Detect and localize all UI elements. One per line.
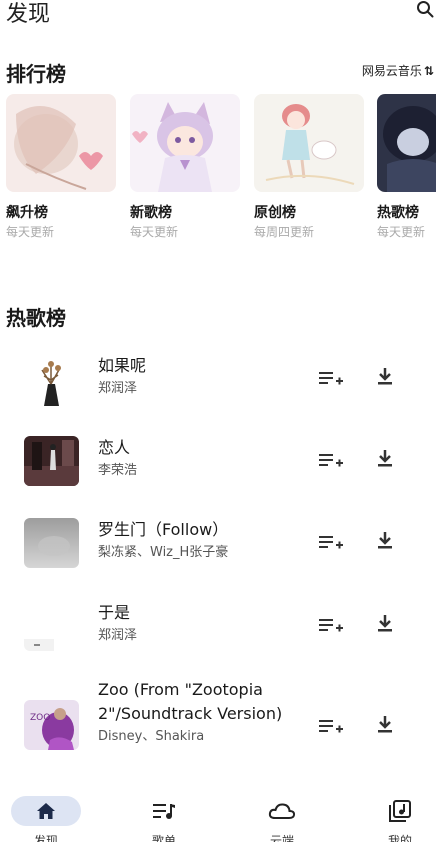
nav-discover[interactable]: 发现: [6, 790, 86, 842]
chart-name: 原创榜: [254, 205, 296, 221]
hot-section-title: 热歌榜: [6, 306, 66, 330]
page-title: 发现: [6, 2, 51, 27]
download-icon[interactable]: [375, 448, 395, 468]
svg-text:ZOO: ZOO: [30, 713, 50, 723]
chart-card-soaring[interactable]: 飙升榜 每天更新: [6, 94, 116, 240]
source-switch[interactable]: 网易云音乐 ⇅: [362, 62, 434, 79]
add-to-playlist-icon[interactable]: [318, 532, 344, 552]
nav-cloud[interactable]: 云端: [242, 790, 322, 842]
chart-cover-new: [130, 94, 240, 192]
source-label: 网易云音乐: [361, 64, 422, 78]
chart-update: 每天更新: [130, 225, 179, 239]
playlist-icon: [153, 804, 175, 819]
bottom-nav: 发现 歌单 云端 我的: [0, 790, 436, 842]
song-artist: Disney、Shakira: [98, 729, 205, 744]
song-title: 罗生门（Follow）: [98, 520, 229, 539]
song-artist: 郑润泽: [98, 381, 138, 396]
add-to-playlist-icon[interactable]: [318, 615, 344, 635]
nav-playlist-indicator: [129, 796, 199, 826]
nav-label: 发现: [33, 834, 58, 842]
nav-label: 我的: [387, 834, 412, 842]
chart-list: 飙升榜 每天更新 新歌榜 每天更新 原创榜 每周四更新 热歌榜 每天更新: [0, 94, 436, 254]
nav-discover-indicator: [11, 796, 81, 826]
chart-update: 每天更新: [377, 225, 426, 239]
chart-card-hot[interactable]: 热歌榜 每天更新: [377, 94, 436, 240]
rank-section-title: 排行榜: [6, 62, 66, 86]
song-cover: [24, 436, 79, 486]
nav-label: 云端: [269, 834, 294, 842]
chart-card-new[interactable]: 新歌榜 每天更新: [130, 94, 240, 240]
song-cover: [24, 601, 79, 651]
song-title: 于是: [98, 603, 131, 622]
chart-cover-original: [254, 94, 364, 192]
chart-update: 每天更新: [6, 225, 55, 239]
cloud-icon: [268, 803, 296, 819]
add-to-playlist-icon[interactable]: [318, 716, 344, 736]
song-title: 恋人: [98, 438, 131, 457]
download-icon[interactable]: [375, 530, 395, 550]
song-row[interactable]: 恋人 李荣浩: [0, 434, 436, 494]
chart-cover-hot: [377, 94, 436, 192]
nav-mine-indicator: [365, 796, 435, 826]
song-artist: 梨冻紧、Wiz_H张子豪: [98, 545, 229, 560]
chart-name: 新歌榜: [130, 205, 172, 221]
chart-update: 每周四更新: [254, 225, 315, 239]
song-cover: [24, 358, 79, 408]
music-library-icon: [389, 800, 411, 822]
home-icon: [37, 803, 55, 819]
nav-label: 歌单: [151, 834, 176, 842]
nav-mine[interactable]: 我的: [360, 790, 436, 842]
song-artist: 郑润泽: [98, 628, 138, 643]
download-icon[interactable]: [375, 366, 395, 386]
song-cover: ZOO: [24, 700, 79, 750]
song-row[interactable]: 于是 郑润泽: [0, 599, 436, 659]
song-title: Zoo (From "Zootopia 2"/Soundtrack Versio…: [98, 680, 283, 723]
song-row[interactable]: ZOO Zoo (From "Zootopia 2"/Soundtrack Ve…: [0, 680, 436, 776]
nav-playlist[interactable]: 歌单: [124, 790, 204, 842]
song-row[interactable]: 罗生门（Follow） 梨冻紧、Wiz_H张子豪: [0, 516, 436, 576]
download-icon[interactable]: [375, 714, 395, 734]
chart-cover-soaring: [6, 94, 116, 192]
chart-name: 热歌榜: [377, 205, 419, 221]
song-title: 如果呢: [98, 356, 147, 375]
app-header: 发现: [0, 0, 436, 28]
song-row[interactable]: 如果呢 郑润泽: [0, 352, 436, 412]
chart-name: 飙升榜: [6, 205, 48, 221]
add-to-playlist-icon[interactable]: [318, 368, 344, 388]
search-icon[interactable]: [416, 0, 434, 18]
song-artist: 李荣浩: [98, 463, 138, 478]
sort-icon: ⇅: [423, 63, 434, 78]
song-cover: [24, 518, 79, 568]
add-to-playlist-icon[interactable]: [318, 450, 344, 470]
chart-card-original[interactable]: 原创榜 每周四更新: [254, 94, 364, 240]
nav-cloud-indicator: [247, 796, 317, 826]
download-icon[interactable]: [375, 613, 395, 633]
